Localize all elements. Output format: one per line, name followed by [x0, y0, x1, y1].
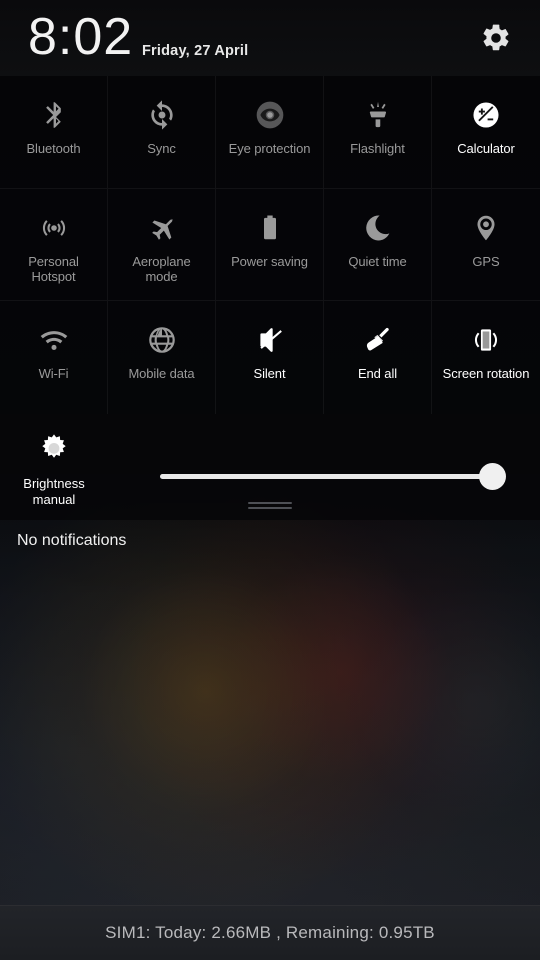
drag-handle-line	[248, 507, 292, 509]
bluetooth-icon	[35, 96, 73, 134]
tile-calculator[interactable]: Calculator	[432, 76, 540, 189]
tile-label: Bluetooth	[26, 141, 81, 156]
tile-label: Mobile data	[128, 366, 195, 381]
brightness-sun-icon[interactable]	[36, 432, 72, 468]
brightness-row: Brightness manual	[0, 414, 540, 520]
tile-label: Personal Hotspot	[28, 254, 79, 284]
tile-label: Flashlight	[350, 141, 405, 156]
tile-sync[interactable]: Sync	[108, 76, 216, 189]
tile-label: Silent	[253, 366, 286, 381]
brightness-slider[interactable]	[160, 463, 506, 490]
calculator-icon	[467, 96, 505, 134]
screen-rotation-icon	[467, 321, 505, 359]
notification-shade: No notifications	[0, 520, 540, 905]
tile-quiet-time[interactable]: Quiet time	[324, 189, 432, 301]
tile-silent[interactable]: Silent	[216, 301, 324, 414]
tile-flashlight[interactable]: Flashlight	[324, 76, 432, 189]
brightness-label: Brightness manual	[23, 476, 85, 507]
date-label: Friday, 27 April	[142, 43, 249, 59]
slider-thumb[interactable]	[479, 463, 506, 490]
tile-label: Sync	[147, 141, 176, 156]
tile-label: Calculator	[457, 141, 515, 156]
quick-settings-grid: Bluetooth Sync Eye protection Flashlight…	[0, 76, 540, 414]
hotspot-icon	[35, 209, 73, 247]
moon-icon	[359, 209, 397, 247]
flashlight-icon	[359, 96, 397, 134]
status-header: 8:02 Friday, 27 April	[0, 0, 540, 76]
tile-power-saving[interactable]: Power saving	[216, 189, 324, 301]
tile-personal-hotspot[interactable]: Personal Hotspot	[0, 189, 108, 301]
tile-label: Aeroplane mode	[132, 254, 191, 284]
tile-wifi[interactable]: Wi-Fi	[0, 301, 108, 414]
slider-track[interactable]	[160, 474, 505, 479]
no-notifications-label: No notifications	[17, 532, 127, 549]
tile-label: Screen rotation	[442, 366, 530, 381]
tile-gps[interactable]: GPS	[432, 189, 540, 301]
tile-screen-rotation[interactable]: Screen rotation	[432, 301, 540, 414]
drag-handle-line	[248, 502, 292, 504]
speaker-mute-icon	[251, 321, 289, 359]
clock-time: 8:02	[28, 8, 134, 66]
eye-protection-icon	[251, 96, 289, 134]
tile-eye-protection[interactable]: Eye protection	[216, 76, 324, 189]
data-usage-text: SIM1: Today: 2.66MB , Remaining: 0.95TB	[105, 923, 435, 942]
tile-label: Wi-Fi	[38, 366, 69, 381]
tile-label: End all	[357, 366, 398, 381]
tile-label: Power saving	[231, 254, 308, 269]
data-usage-bar[interactable]: SIM1: Today: 2.66MB , Remaining: 0.95TB	[0, 905, 540, 960]
aeroplane-icon	[143, 209, 181, 247]
tile-label: Eye protection	[228, 141, 311, 156]
battery-icon	[251, 209, 289, 247]
tile-aeroplane-mode[interactable]: Aeroplane mode	[108, 189, 216, 301]
tile-end-all[interactable]: End all	[324, 301, 432, 414]
wifi-icon	[35, 321, 73, 359]
gear-icon[interactable]	[480, 22, 512, 54]
tile-label: GPS	[472, 254, 500, 269]
tile-mobile-data[interactable]: Mobile data	[108, 301, 216, 414]
globe-icon	[143, 321, 181, 359]
tile-bluetooth[interactable]: Bluetooth	[0, 76, 108, 189]
broom-icon	[359, 321, 397, 359]
tile-label: Quiet time	[348, 254, 407, 269]
location-pin-icon	[467, 209, 505, 247]
panel-drag-handle[interactable]	[248, 502, 292, 511]
sync-icon	[143, 96, 181, 134]
